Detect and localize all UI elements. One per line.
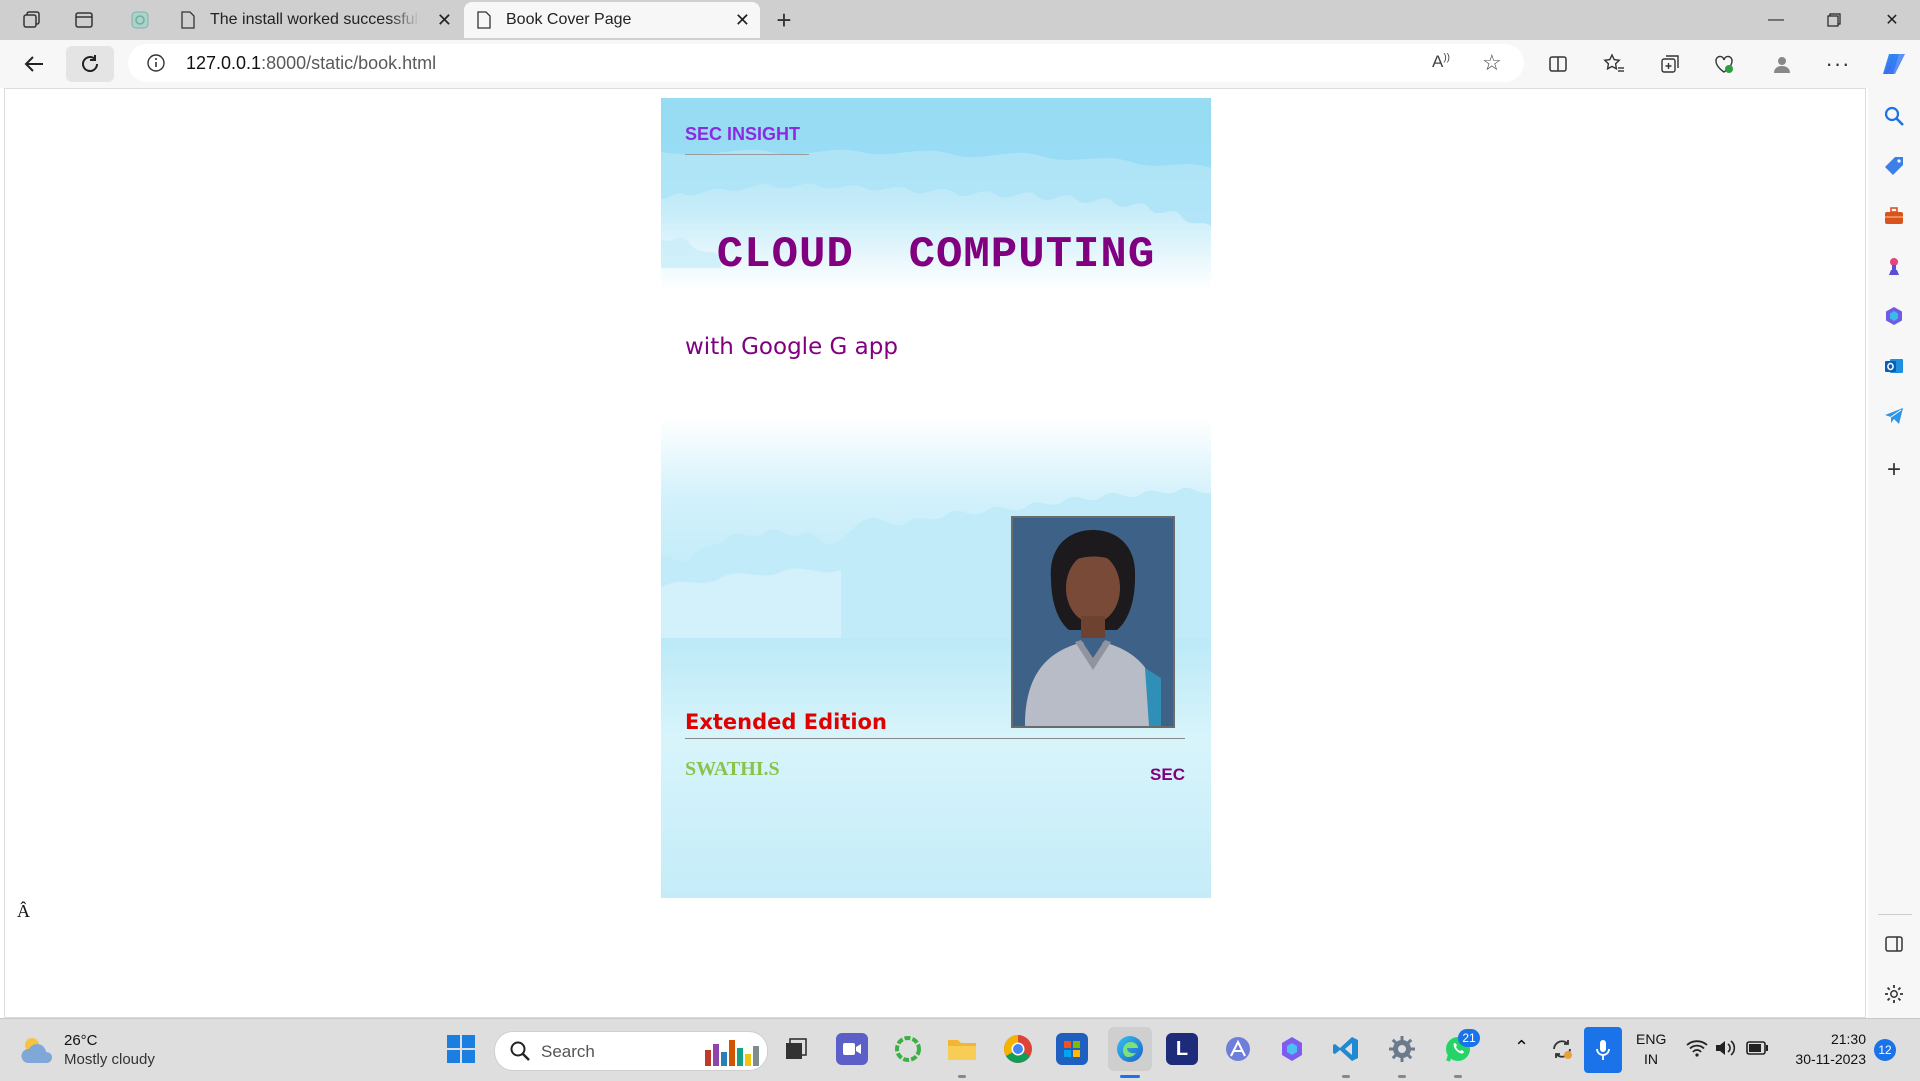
chevron-up-icon[interactable]: ⌃ [1514,1037,1529,1058]
search-highlight-city-icon [703,1038,761,1071]
edition-label: Extended Edition [685,710,1185,739]
battery-icon[interactable] [1746,1041,1768,1058]
profile-icon[interactable] [1766,48,1798,80]
green-ring-app-icon[interactable] [892,1033,924,1065]
sync-icon[interactable] [1550,1037,1574,1064]
favorites-icon[interactable] [1598,48,1630,80]
task-view-icon[interactable] [780,1033,812,1065]
microsoft-store-icon[interactable] [1056,1033,1088,1065]
tab-book-cover[interactable]: Book Cover Page ✕ [464,2,760,38]
site-info-icon[interactable] [146,53,166,78]
taskbar-search[interactable]: Search [494,1031,768,1071]
windows-taskbar: 26°C Mostly cloudy Search L 21 ⌃ ENG IN … [0,1018,1920,1081]
sidebar-settings-icon[interactable] [1878,978,1910,1010]
running-indicator [1342,1075,1350,1078]
hide-sidebar-icon[interactable] [1878,928,1910,960]
teams-meet-icon[interactable] [836,1033,868,1065]
split-screen-icon[interactable] [1542,48,1574,80]
tab-strip: The install worked successfully! Congrat… [0,0,1920,40]
tools-briefcase-icon[interactable] [1878,200,1910,232]
book-title: CLOUD COMPUTING [716,230,1156,280]
author-photo [1011,516,1175,728]
page-viewport: SEC INSIGHT CLOUD COMPUTING with Google … [4,88,1866,1018]
tab-install-worked[interactable]: The install worked successfully! Congrat… [168,2,462,38]
clock-date[interactable]: 30-11-2023 [1788,1051,1866,1067]
address-bar[interactable]: 127.0.0.1:8000/static/book.html A)) ☆ [128,44,1524,82]
url-host: 127.0.0.1 [186,53,262,73]
search-icon [509,1040,531,1067]
workspaces-icon[interactable] [18,6,46,34]
book-cover: SEC INSIGHT CLOUD COMPUTING with Google … [661,98,1211,898]
brand-heading: SEC INSIGHT [685,124,809,155]
search-icon[interactable] [1878,100,1910,132]
url-text[interactable]: 127.0.0.1:8000/static/book.html [186,53,436,74]
publisher-name: SEC [1150,765,1185,784]
running-indicator [1454,1075,1462,1078]
whatsapp-badge: 21 [1458,1029,1480,1047]
volume-icon[interactable] [1714,1039,1736,1060]
new-tab-icon[interactable]: + [770,5,798,35]
wifi-icon[interactable] [1686,1039,1708,1060]
vscode-icon[interactable] [1330,1033,1362,1065]
copilot-icon[interactable] [1878,48,1910,80]
search-placeholder: Search [541,1042,595,1061]
tab-label: The install worked successfully! Congrat… [210,11,420,28]
clock-time[interactable]: 21:30 [1792,1031,1866,1047]
weather-temperature[interactable]: 26°C [64,1032,98,1049]
refresh-icon[interactable] [66,46,114,82]
notification-badge[interactable]: 12 [1874,1039,1896,1061]
add-sidebar-app-icon[interactable]: + [1878,454,1910,486]
restore-icon[interactable] [1806,4,1862,36]
close-tab-icon[interactable]: ✕ [735,10,750,31]
l-app-icon[interactable]: L [1166,1033,1198,1065]
collections-icon[interactable] [1654,48,1686,80]
games-chess-icon[interactable] [1878,250,1910,282]
url-path: :8000/static/book.html [261,53,437,73]
windows-start-icon[interactable] [446,1034,476,1069]
author-name: SWATHI.S [685,758,780,780]
settings-gear-icon[interactable] [1386,1033,1418,1065]
close-window-icon[interactable]: ✕ [1864,4,1920,36]
browser-toolbar: 127.0.0.1:8000/static/book.html A)) ☆ ··… [0,40,1920,88]
edge-icon[interactable] [1108,1027,1152,1071]
arc-app-icon[interactable] [1222,1033,1254,1065]
active-indicator [1120,1075,1140,1078]
language-top[interactable]: ENG [1636,1031,1666,1047]
read-aloud-icon[interactable]: A)) [1432,52,1450,72]
weather-cloudy-icon[interactable] [18,1033,54,1072]
minimize-icon[interactable]: — [1748,4,1804,36]
microphone-icon[interactable] [1584,1027,1622,1073]
pinned-tab-icon[interactable] [126,6,154,34]
running-indicator [958,1075,966,1078]
tab-actions-icon[interactable] [70,6,98,34]
more-options-icon[interactable]: ··· [1822,48,1854,80]
sidebar-divider [1878,914,1912,915]
page-icon [181,11,195,29]
edge-sidebar: + [1868,88,1920,1018]
microsoft365-icon[interactable] [1878,300,1910,332]
chrome-icon[interactable] [1002,1033,1034,1065]
favorite-star-icon[interactable]: ☆ [1482,50,1502,76]
book-subtitle: with Google G app [685,334,898,360]
tab-label: Book Cover Page [506,11,632,28]
running-indicator [1398,1075,1406,1078]
weather-description[interactable]: Mostly cloudy [64,1051,155,1068]
close-tab-icon[interactable]: ✕ [437,10,452,31]
back-icon[interactable] [18,48,50,80]
outlook-icon[interactable] [1878,350,1910,382]
page-icon [477,11,491,29]
copilot-taskbar-icon[interactable] [1276,1033,1308,1065]
send-telegram-icon[interactable] [1878,400,1910,432]
stray-character: Â [17,901,30,921]
shopping-tag-icon[interactable] [1878,150,1910,182]
browser-essentials-icon[interactable] [1708,48,1740,80]
language-bottom[interactable]: IN [1644,1051,1658,1067]
file-explorer-icon[interactable] [946,1033,978,1065]
